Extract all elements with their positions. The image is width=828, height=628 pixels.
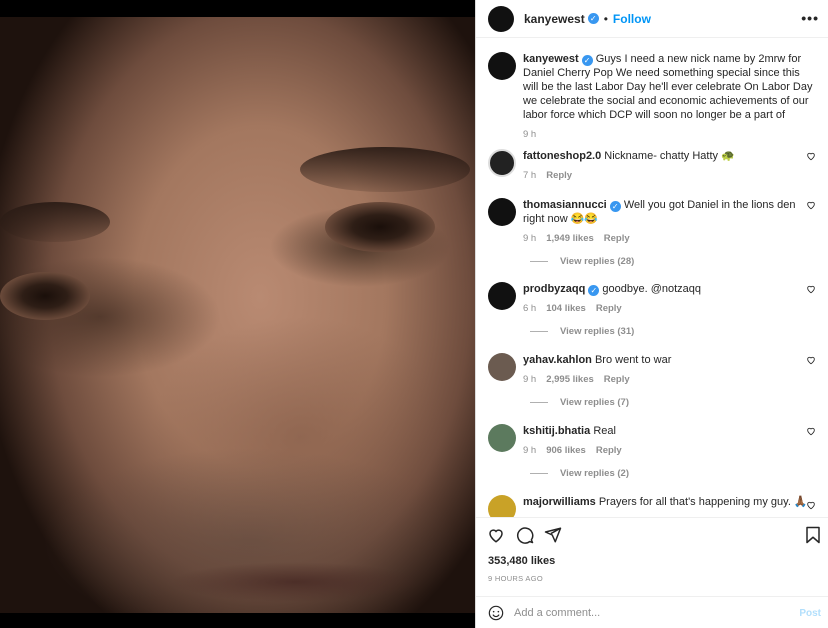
- post-photo: [0, 17, 475, 613]
- comment-likes[interactable]: 104 likes: [546, 303, 586, 314]
- commenter-avatar[interactable]: [488, 495, 516, 517]
- view-replies-button[interactable]: View replies (2): [530, 468, 818, 479]
- like-comment-icon[interactable]: [806, 151, 816, 161]
- follow-button[interactable]: Follow: [613, 12, 651, 26]
- commenter-avatar[interactable]: [488, 424, 516, 452]
- comment-time: 7 h: [523, 170, 537, 181]
- comment-text: goodbye. @notzaqq: [602, 283, 702, 295]
- view-replies-button[interactable]: View replies (28): [530, 256, 818, 267]
- reply-button[interactable]: Reply: [604, 374, 630, 385]
- comment-text: Real: [593, 425, 616, 437]
- like-comment-icon[interactable]: [806, 355, 816, 365]
- comments-list[interactable]: kanyewest ✓ Guys I need a new nick name b…: [476, 38, 828, 518]
- comment-time: 9 h: [523, 233, 537, 244]
- reply-button[interactable]: Reply: [596, 303, 622, 314]
- author-username[interactable]: kanyewest: [524, 12, 585, 26]
- like-comment-icon[interactable]: [806, 284, 816, 294]
- view-replies-button[interactable]: View replies (31): [530, 326, 818, 337]
- share-icon[interactable]: [544, 526, 562, 544]
- like-comment-icon[interactable]: [806, 500, 816, 510]
- commenter-avatar[interactable]: [488, 149, 516, 177]
- reply-button[interactable]: Reply: [596, 445, 622, 456]
- author-avatar[interactable]: [488, 52, 516, 80]
- comment-likes[interactable]: 2,995 likes: [546, 374, 594, 385]
- comment-text: Bro went to war: [594, 354, 672, 366]
- post-actions: [476, 520, 828, 550]
- comment-time: 9 h: [523, 445, 537, 456]
- comment-text: Prayers for all that's happening my guy.…: [598, 496, 808, 508]
- commenter-avatar[interactable]: [488, 353, 516, 381]
- comment-item: fattoneshop2.0 Nickname- chatty Hatty 🐢 …: [488, 149, 818, 181]
- comment-username[interactable]: kshitij.bhatia: [523, 425, 590, 437]
- more-options-icon[interactable]: •••: [801, 10, 819, 26]
- separator-dot: •: [603, 11, 608, 26]
- like-icon[interactable]: [487, 526, 505, 544]
- comment-username[interactable]: fattoneshop2.0: [523, 150, 601, 162]
- caption-username[interactable]: kanyewest: [523, 53, 579, 65]
- caption-time: 9 h: [523, 129, 537, 140]
- verified-badge-icon: ✓: [587, 13, 599, 24]
- commenter-avatar[interactable]: [488, 198, 516, 226]
- comment-time: 9 h: [523, 374, 537, 385]
- comment-item: thomasiannucci ✓ Well you got Daniel in t…: [488, 198, 818, 267]
- comment-input[interactable]: [514, 606, 774, 619]
- emoji-icon[interactable]: [488, 605, 504, 621]
- view-replies-button[interactable]: View replies (7): [530, 397, 818, 408]
- verified-badge-icon: ✓: [581, 55, 593, 66]
- comment-item: majorwilliams Prayers for all that's hap…: [488, 495, 818, 517]
- comment-icon[interactable]: [516, 526, 534, 544]
- comment-likes[interactable]: 906 likes: [546, 445, 586, 456]
- author-avatar[interactable]: [488, 5, 514, 32]
- comment-username[interactable]: majorwilliams: [523, 496, 596, 508]
- comment-item: prodbyzaqq ✓ goodbye. @notzaqq 6 h 104 lik…: [488, 282, 818, 337]
- post-comment-button[interactable]: Post: [799, 608, 821, 619]
- reply-button[interactable]: Reply: [546, 170, 572, 181]
- caption: kanyewest ✓ Guys I need a new nick name b…: [488, 52, 818, 140]
- verified-badge-icon: ✓: [588, 285, 600, 296]
- comment-item: yahav.kahlon Bro went to war 9 h 2,995 li…: [488, 353, 818, 408]
- post-header: kanyewest ✓ • Follow •••: [476, 0, 828, 38]
- comment-text: Nickname- chatty Hatty 🐢: [604, 150, 735, 162]
- comment-username[interactable]: prodbyzaqq: [523, 283, 585, 295]
- comment-username[interactable]: thomasiannucci: [523, 199, 607, 211]
- comment-username[interactable]: yahav.kahlon: [523, 354, 592, 366]
- comment-time: 6 h: [523, 303, 537, 314]
- likes-count[interactable]: 353,480 likes: [488, 555, 555, 567]
- commenter-avatar[interactable]: [488, 282, 516, 310]
- post-sidebar: kanyewest ✓ • Follow ••• kanyewest ✓ Guys…: [475, 0, 828, 628]
- post-media[interactable]: [0, 0, 475, 628]
- reply-button[interactable]: Reply: [604, 233, 630, 244]
- like-comment-icon[interactable]: [806, 200, 816, 210]
- post-timestamp: 9 HOURS AGO: [488, 574, 543, 583]
- like-comment-icon[interactable]: [806, 426, 816, 436]
- save-icon[interactable]: [805, 526, 821, 544]
- verified-badge-icon: ✓: [609, 201, 621, 212]
- comment-likes[interactable]: 1,949 likes: [546, 233, 594, 244]
- comment-item: kshitij.bhatia Real 9 h 906 likes Reply Vi…: [488, 424, 818, 479]
- comment-composer: Post: [476, 596, 828, 628]
